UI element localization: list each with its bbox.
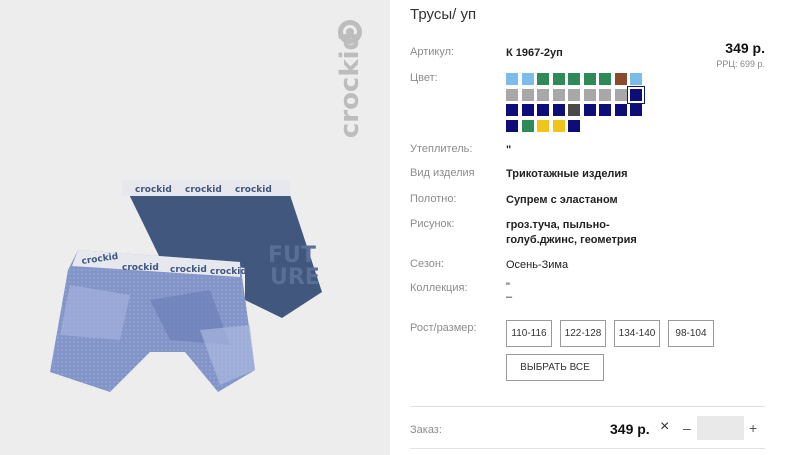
collection-value-line-1: " (506, 281, 510, 293)
spec-value: Осень-Зима (506, 259, 569, 271)
svg-text:crockid: crockid (210, 267, 247, 277)
color-swatch[interactable] (614, 88, 627, 101)
spec-label: Коллекция: (410, 282, 468, 294)
spec-value: Трикотажные изделия (506, 168, 628, 180)
spec-label: Полотно: (410, 193, 457, 205)
divider (410, 448, 765, 449)
spec-value: " – (506, 281, 656, 303)
select-all-sizes-button[interactable]: ВЫБРАТЬ ВСЕ (506, 354, 604, 381)
color-swatch[interactable] (568, 119, 580, 132)
spec-value: " (506, 144, 512, 156)
collection-value-line-2: – (506, 291, 513, 303)
color-swatch[interactable] (537, 73, 549, 85)
color-swatch[interactable] (583, 73, 596, 85)
color-swatch[interactable] (537, 88, 549, 101)
svg-text:crockid: crockid (185, 185, 222, 195)
order-label: Заказ: (410, 424, 442, 436)
spec-label: Цвет: (410, 72, 438, 84)
spec-value: гроз.туча, пыльно-голуб.джинс, геометрия (506, 219, 637, 246)
remove-order-icon[interactable]: × (660, 418, 669, 436)
spec-label: Рисунок: (410, 218, 455, 230)
size-option-98-104[interactable]: 98-104 (668, 320, 714, 347)
color-swatch[interactable] (630, 73, 642, 85)
color-swatch[interactable] (552, 73, 565, 85)
svg-text:URE: URE (270, 265, 320, 290)
spec-label: Вид изделия (410, 167, 475, 179)
svg-text:crockid: crockid (122, 263, 159, 273)
color-swatch[interactable] (537, 119, 549, 132)
color-swatch[interactable] (506, 73, 518, 85)
color-swatch[interactable] (552, 104, 565, 116)
recommended-retail-price: РРЦ: 699 р. (716, 59, 765, 69)
color-swatch[interactable] (627, 85, 645, 104)
color-swatch[interactable] (521, 119, 534, 132)
color-swatch[interactable] (568, 104, 580, 116)
color-swatch[interactable] (583, 88, 596, 101)
color-swatch[interactable] (568, 73, 580, 85)
svg-text:crockid: crockid (170, 265, 207, 275)
color-swatch[interactable] (614, 73, 627, 85)
spec-label: Артикул: (410, 46, 455, 58)
color-swatch[interactable] (521, 104, 534, 116)
color-swatch[interactable] (599, 88, 611, 101)
divider (410, 406, 765, 407)
product-photo: crockid crockid crockid crockid FUT URE … (0, 0, 390, 455)
color-swatch[interactable] (506, 119, 518, 132)
quantity-input[interactable] (697, 416, 744, 440)
color-swatch[interactable] (614, 104, 627, 116)
spec-label: Рост/размер: (410, 322, 477, 334)
color-swatch[interactable] (599, 73, 611, 85)
quantity-increase-button[interactable]: + (749, 420, 757, 436)
spec-label: Сезон: (410, 258, 444, 270)
spec-label: Утеплитель: (410, 143, 473, 155)
color-swatch[interactable] (506, 88, 518, 101)
color-swatch[interactable] (521, 88, 534, 101)
product-info: Трусы/ уп 349 р. РРЦ: 699 р. Артикул: К … (410, 0, 765, 455)
color-swatch[interactable] (599, 104, 611, 116)
product-title: Трусы/ уп (410, 6, 477, 23)
spec-value: К 1967-2уп (506, 47, 563, 59)
color-swatch[interactable] (583, 104, 596, 116)
order-price: 349 р. (610, 421, 650, 437)
size-option-134-140[interactable]: 134-140 (614, 320, 660, 347)
svg-text:crockid: crockid (135, 185, 172, 195)
color-swatch[interactable] (521, 73, 534, 85)
size-option-110-116[interactable]: 110-116 (506, 320, 552, 347)
size-option-122-128[interactable]: 122-128 (560, 320, 606, 347)
color-swatch[interactable] (506, 104, 518, 116)
boxer-briefs-image: crockid crockid crockid FUT URE crockid … (50, 180, 322, 392)
color-swatch[interactable] (630, 104, 642, 116)
color-swatch[interactable] (537, 104, 549, 116)
svg-text:crockid: crockid (235, 185, 272, 195)
color-swatch[interactable] (552, 119, 565, 132)
color-swatch[interactable] (568, 88, 580, 101)
spec-value: Супрем с эластаном (506, 194, 618, 206)
color-swatch[interactable] (552, 88, 565, 101)
quantity-decrease-button[interactable]: – (683, 420, 691, 436)
product-price: 349 р. (725, 40, 765, 56)
